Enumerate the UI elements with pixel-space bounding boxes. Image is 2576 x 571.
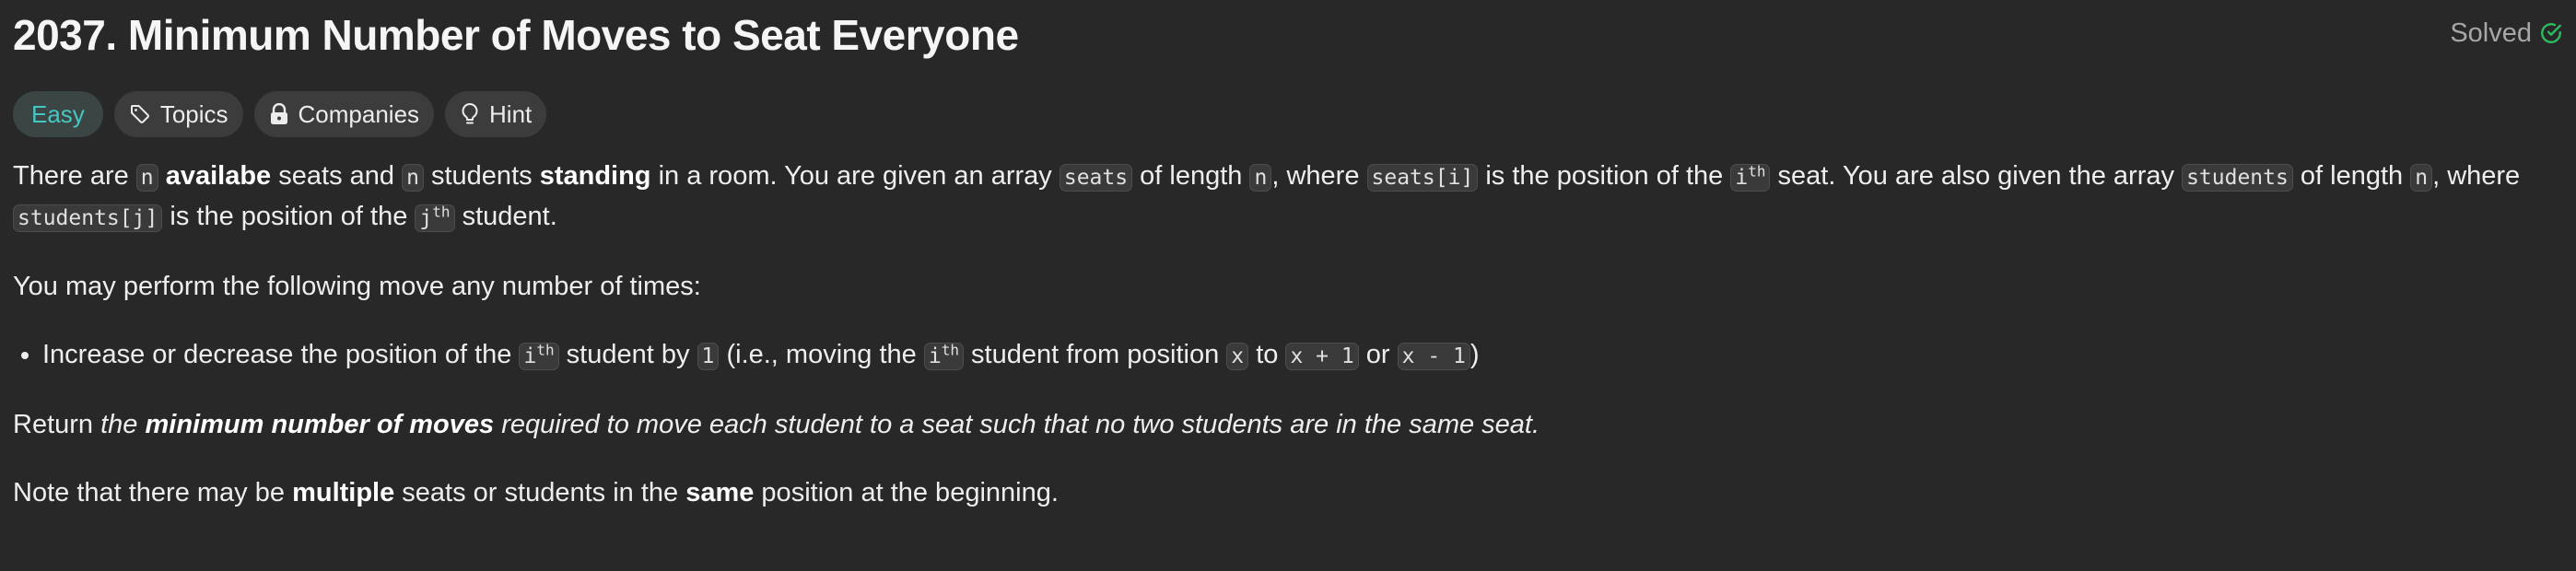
hint-label: Hint <box>489 99 533 128</box>
companies-label: Companies <box>298 99 420 128</box>
difficulty-badge[interactable]: Easy <box>13 91 103 137</box>
inline-code: 1 <box>697 343 720 370</box>
inline-code: x - 1 <box>1397 343 1470 370</box>
lightbulb-icon <box>460 102 480 126</box>
inline-code: x <box>1226 343 1249 370</box>
text: ) <box>1469 340 1480 369</box>
check-circle-icon <box>2539 21 2563 45</box>
inline-code: seats <box>1059 164 1133 192</box>
inline-code: ith <box>1730 162 1771 192</box>
text: (i.e., moving the <box>719 340 924 369</box>
superscript: th <box>1748 162 1766 181</box>
solved-status: Solved <box>2450 15 2563 52</box>
bold-text: standing <box>539 161 651 191</box>
superscript: th <box>432 203 451 221</box>
topics-button[interactable]: Topics <box>113 91 243 137</box>
description-paragraph: Note that there may be multiple seats or… <box>13 473 2563 512</box>
problem-header: 2037. Minimum Number of Moves to Seat Ev… <box>13 0 2563 74</box>
text: of length <box>2292 161 2411 191</box>
tag-bar: Easy Topics Companies Hint <box>13 91 547 137</box>
text: student. <box>454 202 557 231</box>
text: students <box>423 161 540 191</box>
text: seats or students in the <box>394 478 686 507</box>
inline-code: ith <box>923 341 964 370</box>
inline-code: n <box>135 164 158 192</box>
inline-code: seats[i] <box>1366 164 1479 192</box>
superscript: th <box>941 341 959 359</box>
inline-code: n <box>402 164 424 192</box>
text: Increase or decrease the position of the <box>42 340 520 369</box>
text: student from position <box>963 340 1227 369</box>
superscript: th <box>536 341 555 359</box>
code-text: j <box>419 206 433 230</box>
companies-button[interactable]: Companies <box>253 91 435 137</box>
text: seats and <box>271 161 403 191</box>
description-paragraph: Return the minimum number of moves requi… <box>13 405 2563 444</box>
tag-icon <box>129 103 151 125</box>
text: or <box>1358 340 1398 369</box>
bold-text: availabe <box>165 161 272 191</box>
text: There are <box>13 161 136 191</box>
topics-label: Topics <box>159 99 228 128</box>
text: Return <box>13 410 101 439</box>
bold-text: same <box>685 478 755 507</box>
text: in a room. You are given an array <box>650 161 1060 191</box>
text: Note that there may be <box>13 478 293 507</box>
text: position at the beginning. <box>754 478 1059 507</box>
description-paragraph: You may perform the following move any n… <box>13 272 701 301</box>
code-text: i <box>523 344 537 368</box>
code-text: i <box>928 344 942 368</box>
inline-code: n <box>2410 164 2433 192</box>
inline-code: students[j] <box>13 204 163 232</box>
text: , where <box>1271 161 1367 191</box>
text: , where <box>2432 161 2521 191</box>
move-list: Increase or decrease the position of the… <box>13 335 2563 376</box>
inline-code: ith <box>519 341 559 370</box>
inline-code: jth <box>415 203 455 232</box>
italic-text: the <box>100 410 146 439</box>
bold-text: multiple <box>292 478 395 507</box>
text: student by <box>558 340 697 369</box>
text: seat. You are also given the array <box>1770 161 2183 191</box>
inline-code: n <box>1249 164 1272 192</box>
text: of length <box>1132 161 1250 191</box>
text: is the position of the <box>1478 161 1731 191</box>
lock-icon <box>269 103 289 125</box>
list-item: Increase or decrease the position of the… <box>42 335 2563 376</box>
inline-code: students <box>2182 164 2293 192</box>
text: is the position of the <box>162 202 416 231</box>
problem-title[interactable]: 2037. Minimum Number of Moves to Seat Ev… <box>13 6 1019 64</box>
bold-italic-text: minimum number of moves <box>145 410 495 439</box>
solved-label: Solved <box>2450 18 2532 48</box>
code-text: i <box>1735 166 1749 190</box>
text: to <box>1248 340 1286 369</box>
description-paragraph: There are n availabe seats and n student… <box>13 157 2563 238</box>
inline-code: x + 1 <box>1285 343 1359 370</box>
hint-button[interactable]: Hint <box>445 91 547 137</box>
italic-text: required to move each student to a seat … <box>494 410 1540 439</box>
problem-description: There are n availabe seats and n student… <box>13 157 2563 542</box>
difficulty-label: Easy <box>31 99 85 128</box>
